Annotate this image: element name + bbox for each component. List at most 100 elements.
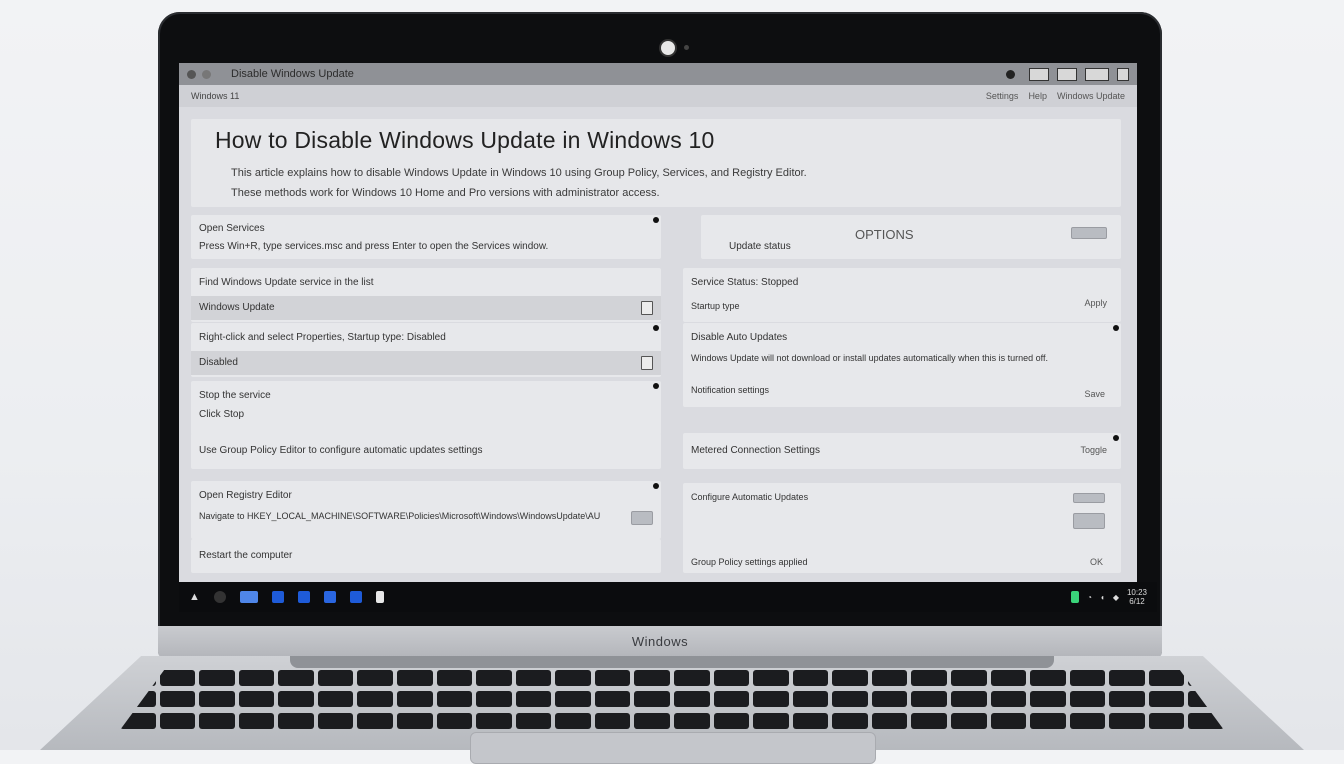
keyboard-key — [713, 691, 750, 708]
notification-settings-link[interactable]: Notification settings — [691, 385, 769, 395]
notepad-icon[interactable] — [375, 591, 384, 603]
keyboard-key — [317, 670, 354, 686]
keyboard-key — [713, 670, 750, 686]
file-explorer-icon[interactable] — [271, 591, 284, 603]
keyboard-key — [317, 691, 354, 708]
keyboard-key — [238, 691, 275, 708]
laptop-brand: Windows — [631, 634, 689, 649]
pin-icon — [653, 483, 659, 489]
keyboard-key — [753, 670, 789, 686]
step-card-4[interactable]: Stop the service Click Stop — [191, 381, 661, 435]
step-title: Open Services — [199, 223, 265, 234]
back-icon[interactable] — [202, 69, 211, 79]
step-card-5[interactable]: Use Group Policy Editor to configure aut… — [191, 433, 661, 469]
copy-button[interactable] — [631, 511, 653, 525]
pin-icon — [653, 383, 659, 389]
trackpad[interactable] — [470, 732, 876, 764]
close-button[interactable] — [1117, 67, 1129, 81]
save-button[interactable]: Save — [1084, 389, 1105, 399]
update-panel: Update status OPTIONS — [701, 215, 1121, 259]
card-footer: Group Policy settings applied — [691, 557, 808, 567]
clock-date: 6/12 — [1129, 597, 1145, 606]
card-title: Metered Connection Settings — [691, 445, 820, 456]
keyboard-key — [476, 691, 512, 708]
setting-field[interactable] — [1073, 513, 1105, 529]
pin-icon — [1113, 325, 1119, 331]
keyboard-key — [911, 691, 947, 708]
keyboard-key — [990, 670, 1027, 686]
wifi-icon[interactable]: ◔ — [1087, 593, 1092, 602]
keyboard-key — [357, 691, 393, 708]
nav-help[interactable]: Help — [1028, 91, 1047, 101]
step-sub — [191, 351, 661, 375]
card-title: Disable Auto Updates — [691, 332, 788, 343]
keyboard-key — [634, 691, 670, 708]
ok-button[interactable]: OK — [1090, 557, 1103, 567]
keyboard-key — [832, 712, 868, 729]
account-icon[interactable] — [1006, 69, 1015, 79]
breadcrumb[interactable]: Windows 11 — [191, 91, 239, 101]
keyboard-key — [159, 670, 196, 686]
step-card-3[interactable]: Right-click and select Properties, Start… — [191, 323, 661, 377]
maximize-button[interactable] — [1057, 67, 1077, 81]
keyboard-key — [436, 712, 473, 729]
update-status-label: Update status — [729, 241, 791, 252]
keyboard-key — [476, 712, 512, 729]
step-title: Find Windows Update service in the list — [199, 277, 374, 288]
step-body: Disabled — [199, 357, 238, 368]
nav-settings[interactable]: Settings — [986, 91, 1019, 101]
keyboard-key — [515, 712, 552, 729]
keyboard-key — [1030, 712, 1066, 729]
keyboard-key — [555, 691, 591, 708]
screen: Disable Windows Update Windows 11 Settin… — [179, 63, 1137, 608]
keyboard-key — [515, 691, 552, 708]
step-body: Click Stop — [199, 409, 245, 420]
volume-icon[interactable]: ◖ — [1100, 593, 1105, 602]
keyboard-key — [1148, 691, 1185, 708]
clock[interactable]: 10:23 6/12 — [1127, 588, 1147, 606]
mail-icon[interactable] — [323, 591, 336, 603]
settings-app-icon[interactable] — [349, 591, 362, 603]
keyboard-key — [832, 691, 868, 708]
keyboard-key — [436, 670, 473, 686]
address-bar[interactable]: Windows 11 Settings Help Windows Update — [179, 85, 1137, 107]
restore-button[interactable] — [1085, 67, 1109, 81]
options-button[interactable] — [1071, 227, 1107, 239]
apply-button[interactable]: Apply — [1084, 298, 1107, 308]
step-checkbox[interactable] — [641, 301, 653, 315]
keyboard-key — [911, 670, 947, 686]
step-card-1[interactable]: Open Services Press Win+R, type services… — [191, 215, 661, 259]
step-title: Stop the service — [199, 390, 271, 401]
keyboard-key — [159, 712, 196, 729]
option-toggle[interactable] — [1073, 493, 1105, 503]
keyboard-key — [713, 712, 750, 729]
keyboard-key — [476, 670, 512, 686]
keyboard-key — [1069, 691, 1106, 708]
pin-icon — [653, 325, 659, 331]
edge-icon[interactable] — [239, 591, 258, 603]
store-icon[interactable] — [297, 591, 310, 603]
disable-updates-card: Disable Auto Updates Windows Update will… — [683, 323, 1121, 407]
step-card-2[interactable]: Find Windows Update service in the list … — [191, 268, 661, 322]
battery-icon[interactable]: ◆ — [1113, 593, 1119, 602]
keyboard-key — [357, 670, 393, 686]
step-checkbox[interactable] — [641, 356, 653, 370]
minimize-button[interactable] — [1029, 67, 1049, 81]
toggle-button[interactable]: Toggle — [1080, 445, 1107, 455]
startup-type-label: Startup type — [691, 301, 740, 311]
keyboard-key — [951, 670, 987, 686]
step-title: Right-click and select Properties, Start… — [199, 332, 446, 343]
nav-windows-update[interactable]: Windows Update — [1057, 91, 1125, 101]
start-icon[interactable]: ▲ — [189, 591, 200, 603]
keyboard-key — [871, 712, 908, 729]
keyboard-key — [1030, 691, 1066, 708]
camera-sensor — [684, 45, 689, 50]
keyboard-key — [594, 691, 631, 708]
tray-app-icon[interactable] — [1071, 591, 1080, 603]
keyboard-key — [1109, 691, 1145, 708]
intro-line-1: This article explains how to disable Win… — [231, 167, 807, 179]
step-card-6[interactable]: Open Registry Editor Navigate to HKEY_LO… — [191, 481, 661, 539]
step-card-7[interactable]: Restart the computer — [191, 539, 661, 573]
keyboard-key — [990, 712, 1027, 729]
search-icon[interactable] — [213, 591, 226, 603]
